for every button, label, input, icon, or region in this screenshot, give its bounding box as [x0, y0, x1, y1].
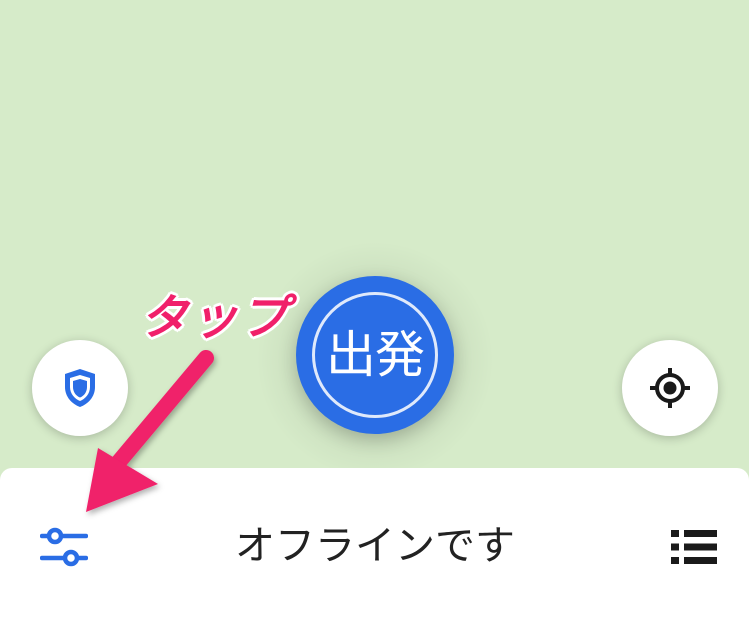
route-options-button[interactable] [36, 522, 92, 572]
go-button-ring: 出発 [312, 292, 438, 418]
go-button[interactable]: 出発 [296, 276, 454, 434]
offline-status-title: オフラインです [235, 523, 515, 569]
directions-list-button[interactable] [666, 524, 722, 570]
go-button-label: 出発 [326, 326, 425, 384]
sliders-icon [40, 527, 88, 567]
my-location-icon [650, 368, 690, 408]
safety-button[interactable] [32, 340, 128, 436]
list-icon [671, 530, 717, 564]
my-location-button[interactable] [622, 340, 718, 436]
shield-icon [65, 369, 95, 407]
tap-annotation-label: タップ [140, 290, 291, 346]
